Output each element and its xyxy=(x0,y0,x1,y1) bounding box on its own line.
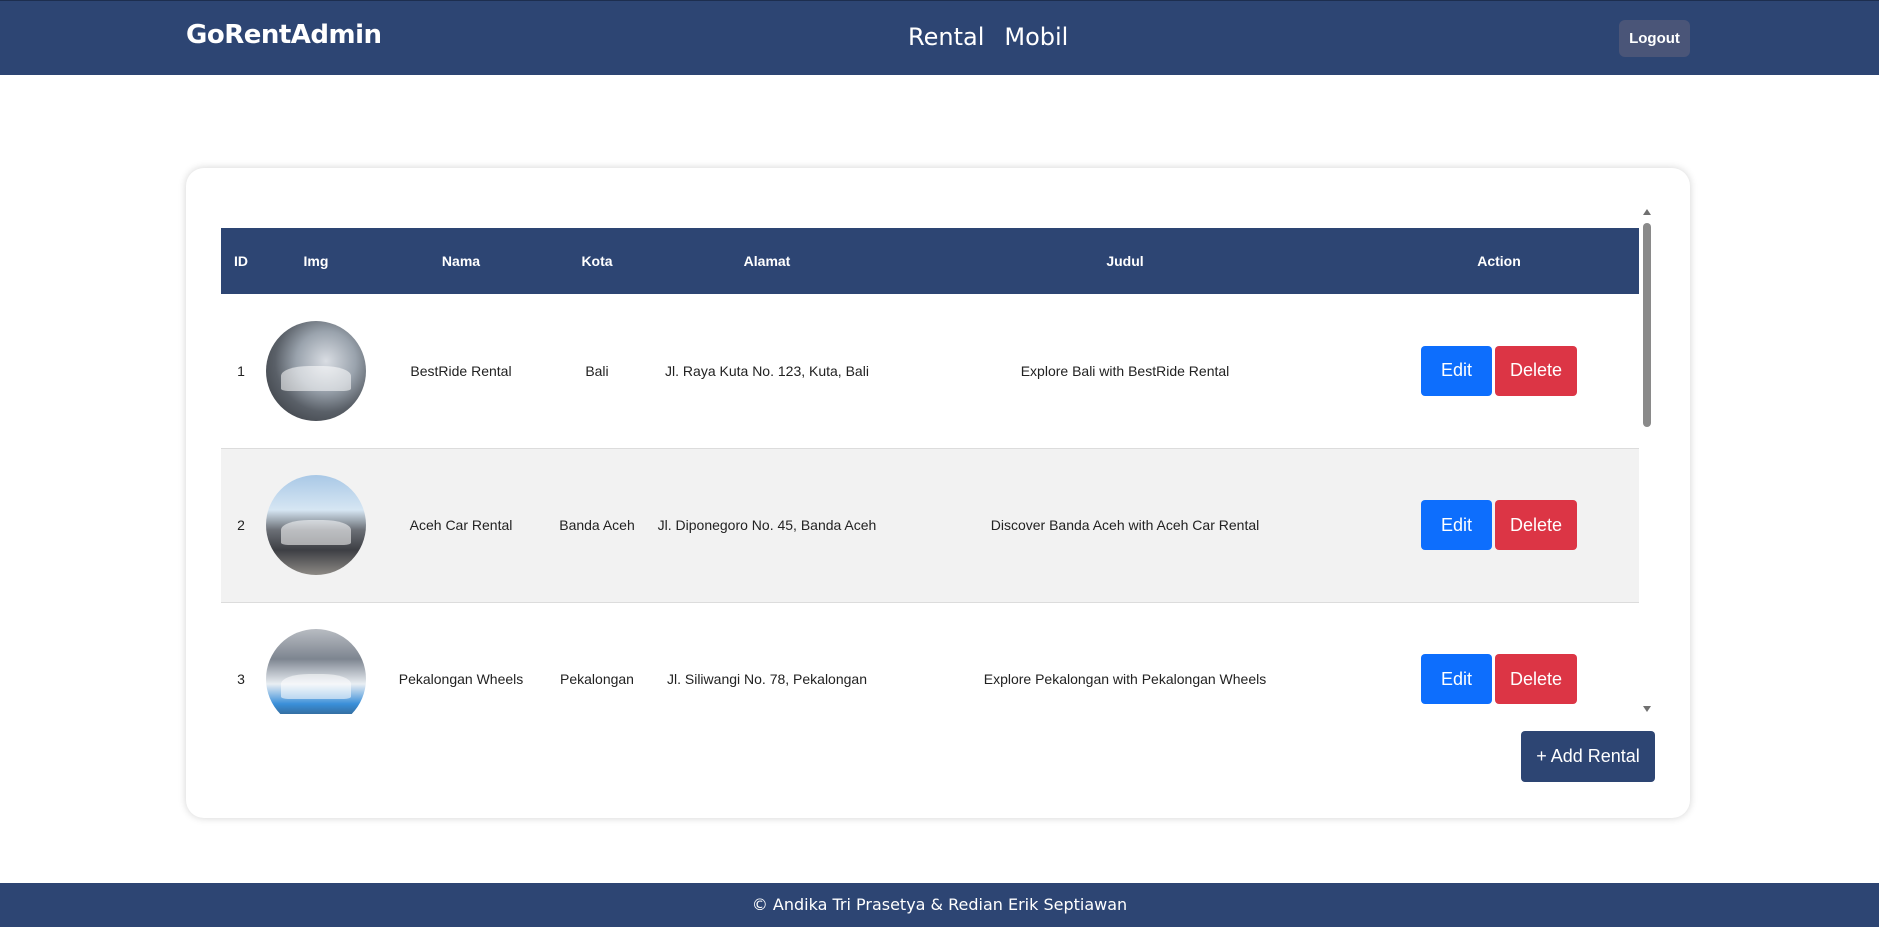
cell-id: 3 xyxy=(237,671,245,687)
cell-id: 1 xyxy=(237,362,245,379)
table-header-row: ID Img Nama Kota Alamat Judul Action xyxy=(221,228,1639,294)
rental-card: ID Img Nama Kota Alamat Judul Action 1 B… xyxy=(186,168,1690,818)
add-rental-button[interactable]: + Add Rental xyxy=(1521,731,1655,782)
table-row: 2 Aceh Car Rental Banda Aceh Jl. Diponeg… xyxy=(221,448,1639,602)
cell-alamat: Jl. Raya Kuta No. 123, Kuta, Bali xyxy=(665,362,869,379)
cell-kota: Banda Aceh xyxy=(559,517,635,533)
brand-logo[interactable]: GoRentAdmin xyxy=(186,20,382,50)
cell-action: Edit Delete xyxy=(1359,602,1639,714)
edit-button[interactable]: Edit xyxy=(1421,345,1492,396)
column-header-kota: Kota xyxy=(581,253,613,269)
cell-kota: Pekalongan xyxy=(560,671,634,687)
cell-id: 2 xyxy=(237,517,245,533)
cell-nama: BestRide Rental xyxy=(410,362,512,379)
cell-kota: Bali xyxy=(585,362,609,379)
footer: © Andika Tri Prasetya & Redian Erik Sept… xyxy=(0,883,1879,927)
nav-links: Rental Mobil xyxy=(908,23,1068,51)
edit-button[interactable]: Edit xyxy=(1421,654,1492,704)
scroll-up-arrow-icon[interactable] xyxy=(1643,209,1651,215)
scroll-down-arrow-icon[interactable] xyxy=(1643,706,1651,712)
nav-link-mobil[interactable]: Mobil xyxy=(1004,23,1068,51)
column-header-nama: Nama xyxy=(441,253,481,269)
column-header-alamat: Alamat xyxy=(743,253,791,269)
edit-button[interactable]: Edit xyxy=(1421,500,1492,550)
cell-nama: Aceh Car Rental xyxy=(409,517,513,533)
logout-button[interactable]: Logout xyxy=(1619,20,1690,57)
column-header-action: Action xyxy=(1477,253,1521,269)
column-header-id: ID xyxy=(234,253,248,269)
delete-button[interactable]: Delete xyxy=(1495,345,1577,396)
cell-alamat: Jl. Diponegoro No. 45, Banda Aceh xyxy=(657,517,877,533)
delete-button[interactable]: Delete xyxy=(1495,500,1577,550)
rental-table: ID Img Nama Kota Alamat Judul Action 1 B… xyxy=(221,228,1639,714)
column-header-img: Img xyxy=(303,253,329,269)
cell-nama: Pekalongan Wheels xyxy=(398,671,524,687)
cell-action: Edit Delete xyxy=(1359,448,1639,602)
table-scrollbar[interactable] xyxy=(1641,207,1653,714)
page: GoRentAdmin Rental Mobil Logout ID Img N… xyxy=(0,0,1879,927)
table-row: 3 Pekalongan Wheels Pekalongan Jl. Siliw… xyxy=(221,602,1639,714)
delete-button[interactable]: Delete xyxy=(1495,654,1577,704)
table-row: 1 BestRide Rental Bali Jl. Raya Kuta No.… xyxy=(221,294,1639,448)
navbar: GoRentAdmin Rental Mobil Logout xyxy=(0,0,1879,75)
table-scroll-area[interactable]: ID Img Nama Kota Alamat Judul Action 1 B… xyxy=(221,207,1639,714)
rental-image xyxy=(266,629,366,714)
column-header-judul: Judul xyxy=(1106,253,1144,269)
cell-judul: Explore Bali with BestRide Rental xyxy=(1020,362,1230,379)
cell-alamat: Jl. Siliwangi No. 78, Pekalongan xyxy=(666,671,867,687)
rental-image xyxy=(266,320,366,421)
cell-judul: Explore Pekalongan with Pekalongan Wheel… xyxy=(983,671,1267,687)
cell-judul: Discover Banda Aceh with Aceh Car Rental xyxy=(990,517,1260,533)
cell-action: Edit Delete xyxy=(1359,294,1639,448)
nav-link-rental[interactable]: Rental xyxy=(908,23,984,51)
footer-credits: © Andika Tri Prasetya & Redian Erik Sept… xyxy=(751,895,1128,914)
scrollbar-thumb[interactable] xyxy=(1643,223,1651,427)
rental-image xyxy=(266,475,366,575)
